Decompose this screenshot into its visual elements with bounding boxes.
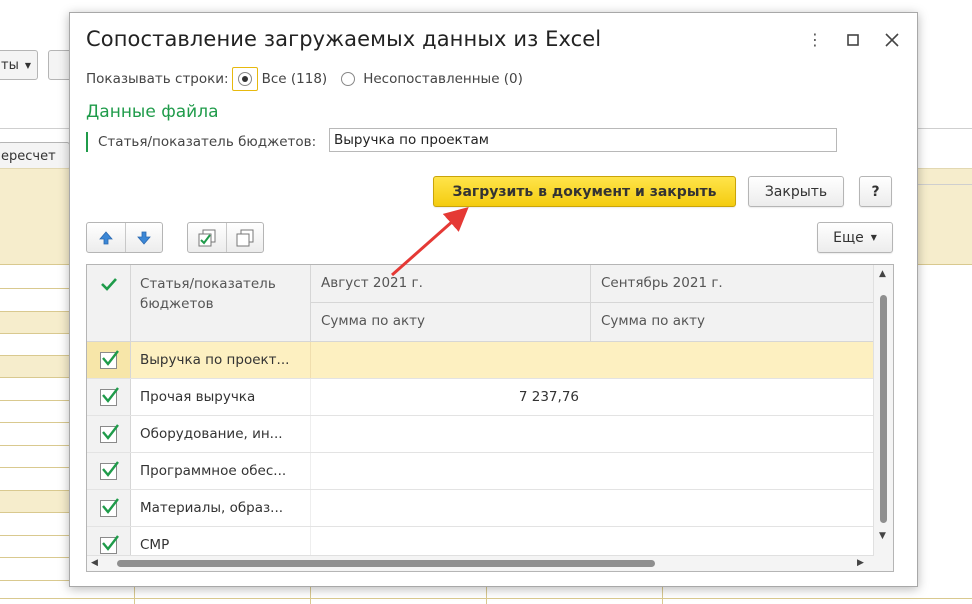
load-and-close-button[interactable]: Загрузить в документ и закрыть [433,176,736,207]
header-august[interactable]: Август 2021 г. [311,265,591,303]
move-down-button[interactable] [124,223,163,252]
close-button-label: Закрыть [764,183,828,200]
subheader-august-label: Сумма по акту [321,313,426,329]
budget-item-field-label: Статья/показатель бюджетов: [98,134,317,150]
subheader-august[interactable]: Сумма по акту [311,303,591,342]
help-button[interactable]: ? [859,176,892,207]
vertical-scroll-thumb[interactable] [880,295,887,523]
radio-unmatched[interactable] [341,72,356,86]
bg-recalc-button[interactable]: ересчет [0,142,70,170]
mapping-table: Статья/показатель бюджетов Август 2021 г… [86,264,894,572]
row-checkbox[interactable] [100,386,119,406]
row-checkbox[interactable] [100,423,119,443]
checkmark-icon [102,497,119,514]
row-name: Программное обес... [140,463,287,479]
bg-left-button-label: ты [1,57,19,73]
radio-all[interactable] [231,67,258,91]
arrow-up-icon [98,230,113,244]
close-icon[interactable] [881,29,903,51]
scroll-down-icon[interactable]: ▼ [879,531,886,541]
checkmark-icon [102,423,119,440]
checkmark-icon [102,386,119,403]
row-name: Прочая выручка [140,389,256,405]
checkmark-icon [102,349,119,366]
more-button[interactable]: Еще ▼ [817,222,893,253]
row-name: Материалы, образ... [140,500,284,516]
help-button-label: ? [871,183,880,200]
checkmark-icon [100,278,117,291]
row-checkbox[interactable] [100,497,119,517]
check-all-icon [198,229,216,246]
show-rows-label: Показывать строки: [86,71,229,87]
row-name: Выручка по проект... [140,352,290,368]
header-september-label: Сентябрь 2021 г. [601,275,723,291]
chevron-down-icon: ▼ [870,233,877,242]
scroll-left-icon[interactable]: ◀ [91,558,98,568]
table-row[interactable]: Оборудование, ин... [87,416,874,453]
header-check-column[interactable] [87,265,131,342]
move-buttons-group [86,222,163,253]
arrow-down-icon [136,231,151,245]
scroll-up-icon[interactable]: ▲ [879,269,886,279]
move-up-button[interactable] [87,223,125,252]
bg-left-button[interactable]: ты ▼ [0,50,38,80]
header-budget-item-label: Статья/показатель бюджетов [140,276,276,312]
maximize-icon[interactable] [842,29,864,51]
row-checkbox[interactable] [100,349,119,369]
chevron-down-icon: ▼ [24,60,31,70]
row-name: СМР [140,537,170,553]
more-actions-icon[interactable]: ⋮ [804,29,826,51]
check-all-button[interactable] [188,223,226,252]
header-budget-item[interactable]: Статья/показатель бюджетов [131,265,311,342]
subheader-september-label: Сумма по акту [601,313,706,329]
close-button[interactable]: Закрыть [748,176,844,207]
mapping-dialog: Сопоставление загружаемых данных из Exce… [69,12,918,587]
check-buttons-group [187,222,264,253]
subheader-september[interactable]: Сумма по акту [591,303,874,342]
more-button-label: Еще [833,229,864,246]
bg-recalc-button-label: ересчет [1,148,56,164]
budget-item-field-row: Статья/показатель бюджетов: [86,130,316,154]
table-row[interactable]: Прочая выручка 7 237,76 [87,379,874,416]
load-and-close-button-label: Загрузить в документ и закрыть [452,183,717,200]
radio-unmatched-label[interactable]: Несопоставленные (0) [363,71,523,87]
uncheck-all-button[interactable] [225,223,264,252]
row-name: Оборудование, ин... [140,426,283,442]
vertical-scrollbar[interactable]: ▲ ▼ [873,265,893,571]
horizontal-scrollbar[interactable]: ◀ ▶ [87,555,874,571]
budget-item-field-input[interactable]: Выручка по проектам [329,128,837,152]
row-checkbox[interactable] [100,460,119,480]
horizontal-scroll-thumb[interactable] [117,560,655,567]
uncheck-all-icon [236,229,254,246]
row-checkbox[interactable] [100,534,119,554]
radio-all-label[interactable]: Все (118) [262,71,328,87]
section-title: Данные файла [86,102,219,122]
checkmark-icon [102,534,119,551]
table-row[interactable]: Программное обес... [87,453,874,490]
header-august-label: Август 2021 г. [321,275,423,291]
scroll-right-icon[interactable]: ▶ [857,558,864,568]
checkmark-icon [102,460,119,477]
dialog-title: Сопоставление загружаемых данных из Exce… [86,27,602,51]
table-row[interactable]: Материалы, образ... [87,490,874,527]
table-row[interactable]: Выручка по проект... [87,342,874,379]
show-rows-group: Показывать строки: Все (118) Несопоставл… [86,67,523,91]
row-august-value: 7 237,76 [518,389,579,405]
header-september[interactable]: Сентябрь 2021 г. [591,265,874,303]
